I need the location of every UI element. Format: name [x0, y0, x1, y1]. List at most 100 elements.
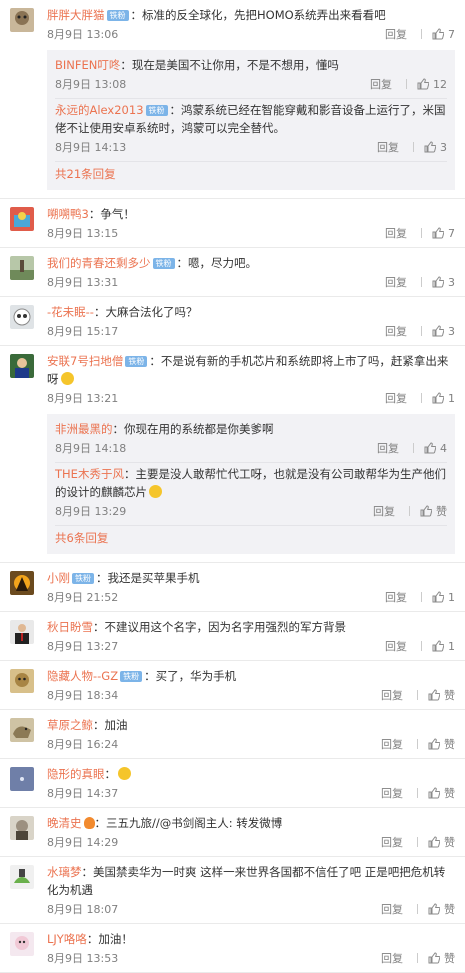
- username[interactable]: 嗍嗍鸭3: [47, 207, 89, 221]
- divider: [421, 393, 422, 403]
- comment-text: ：美国禁卖华为一时爽 这样一来世界各国都不信任了吧 正是吧把危机转化为机遇: [47, 865, 446, 897]
- divider: [417, 690, 418, 700]
- reply-button[interactable]: 回复: [377, 141, 399, 154]
- username[interactable]: BINFEN叮咚: [55, 58, 120, 72]
- username[interactable]: 永远的Alex2013: [55, 103, 144, 117]
- username[interactable]: 秋日盼雪: [47, 620, 93, 634]
- thumbs-up-icon[interactable]: [424, 442, 436, 454]
- thumbs-up-icon[interactable]: [424, 141, 436, 153]
- reply-button[interactable]: 回复: [381, 836, 403, 849]
- username[interactable]: LJY咯咯: [47, 932, 87, 946]
- reply-button[interactable]: 回复: [381, 787, 403, 800]
- comment-text: ：加油！: [86, 932, 133, 946]
- reply-button[interactable]: 回复: [377, 442, 399, 455]
- reply-button[interactable]: 回复: [381, 689, 403, 702]
- username[interactable]: 隐形的真眼: [47, 767, 105, 781]
- avatar[interactable]: [10, 354, 34, 378]
- reply-item: BINFEN叮咚：现在是美国不让你用，不是不想用，懂吗 8月9日 13:08 回…: [55, 54, 447, 99]
- username[interactable]: 非洲最黑的: [55, 422, 113, 436]
- avatar[interactable]: [10, 305, 34, 329]
- thumbs-up-icon[interactable]: [432, 227, 444, 239]
- comment-text: ：我还是买苹果手机: [96, 571, 200, 585]
- avatar[interactable]: [10, 256, 34, 280]
- comment-item: -花未眠--：大麻合法化了吗？ 8月9日 15:17 回复 3: [0, 297, 465, 346]
- comment-item: 安联7号扫地僧 铁粉 ：不是说有新的手机芯片和系统即将上市了吗，赶紧拿出来呀 8月9…: [0, 346, 465, 563]
- like-count: 赞: [436, 505, 447, 518]
- divider: [417, 953, 418, 963]
- reply-button[interactable]: 回复: [385, 591, 407, 604]
- thumbs-up-icon[interactable]: [420, 505, 432, 517]
- comment-text: ：争气！: [88, 207, 135, 221]
- reply-button[interactable]: 回复: [385, 392, 407, 405]
- avatar[interactable]: [10, 932, 34, 956]
- username[interactable]: 草原之鲸: [47, 718, 93, 732]
- reply-button[interactable]: 回复: [385, 640, 407, 653]
- username[interactable]: 晚清史: [47, 816, 82, 830]
- comment-text: ：嗯，尽力吧。: [176, 256, 258, 270]
- reply-thread: 非洲最黑的：你现在用的系统都是你美爹啊 8月9日 14:18 回复 4 THE木秀…: [47, 414, 455, 554]
- reply-button[interactable]: 回复: [373, 505, 395, 518]
- username[interactable]: 隐藏人物--GZ: [47, 669, 118, 683]
- username[interactable]: 我们的青春还剩多少: [47, 256, 151, 270]
- comment-item: 隐形的真眼： 8月9日 14:37 回复 赞: [0, 759, 465, 808]
- comment-feed: 胖胖大胖猫 铁粉 ：标准的反全球化，先把HOMO系统弄出来看看吧 8月9日 13:0…: [0, 0, 465, 973]
- avatar[interactable]: [10, 816, 34, 840]
- reply-button[interactable]: 回复: [385, 325, 407, 338]
- emoji-icon: [149, 485, 162, 498]
- avatar[interactable]: [10, 207, 34, 231]
- thumbs-up-icon[interactable]: [432, 325, 444, 337]
- comment-text: ：大麻合法化了吗？: [93, 305, 198, 319]
- comment-time: 8月9日 13:06: [47, 28, 119, 41]
- comment-time: 8月9日 13:31: [47, 276, 119, 289]
- reply-button[interactable]: 回复: [385, 227, 407, 240]
- reply-item: 永远的Alex2013 铁粉 ：鸿蒙系统已经在智能穿戴和影音设备上运行了，米国佬不让…: [55, 99, 447, 162]
- more-replies-link[interactable]: 共6条回复: [55, 526, 447, 550]
- reply-button[interactable]: 回复: [385, 28, 407, 41]
- reply-button[interactable]: 回复: [381, 903, 403, 916]
- like-count: 7: [448, 28, 455, 41]
- username[interactable]: 胖胖大胖猫: [47, 8, 105, 22]
- thumbs-up-icon[interactable]: [428, 836, 440, 848]
- reply-thread: BINFEN叮咚：现在是美国不让你用，不是不想用，懂吗 8月9日 13:08 回…: [47, 50, 455, 190]
- emoji-icon: [60, 372, 74, 385]
- divider: [413, 443, 414, 453]
- like-count: 12: [433, 78, 447, 91]
- username[interactable]: -花未眠--: [47, 305, 94, 319]
- comment-item: 嗍嗍鸭3：争气！ 8月9日 13:15 回复 7: [0, 199, 465, 248]
- username[interactable]: 小刚: [47, 571, 70, 585]
- thumbs-up-icon[interactable]: [417, 78, 429, 90]
- thumbs-up-icon[interactable]: [428, 787, 440, 799]
- reply-button[interactable]: 回复: [381, 738, 403, 751]
- thumbs-up-icon[interactable]: [432, 276, 444, 288]
- comment-time: 8月9日 14:29: [47, 836, 119, 849]
- comment-text: ：加油: [93, 718, 128, 732]
- avatar[interactable]: [10, 571, 34, 595]
- avatar[interactable]: [10, 8, 34, 32]
- thumbs-up-icon[interactable]: [432, 640, 444, 652]
- username[interactable]: THE木秀于风: [55, 467, 124, 481]
- username[interactable]: 水璃梦: [47, 865, 82, 879]
- fan-badge: 铁粉: [72, 573, 94, 584]
- comment-item: 小刚 铁粉 ：我还是买苹果手机 8月9日 21:52 回复 1: [0, 563, 465, 612]
- like-count: 4: [440, 442, 447, 455]
- username[interactable]: 安联7号扫地僧: [47, 354, 123, 368]
- thumbs-up-icon[interactable]: [432, 392, 444, 404]
- avatar[interactable]: [10, 718, 34, 742]
- reply-button[interactable]: 回复: [370, 78, 392, 91]
- avatar[interactable]: [10, 767, 34, 791]
- thumbs-up-icon[interactable]: [432, 28, 444, 40]
- thumbs-up-icon[interactable]: [432, 591, 444, 603]
- divider: [417, 904, 418, 914]
- fan-badge: 铁粉: [145, 105, 168, 116]
- thumbs-up-icon[interactable]: [428, 903, 440, 915]
- thumbs-up-icon[interactable]: [428, 689, 440, 701]
- more-replies-link[interactable]: 共21条回复: [55, 162, 447, 186]
- avatar[interactable]: [10, 620, 34, 644]
- reply-time: 8月9日 14:13: [55, 141, 127, 154]
- avatar[interactable]: [10, 669, 34, 693]
- reply-button[interactable]: 回复: [385, 276, 407, 289]
- reply-button[interactable]: 回复: [381, 952, 403, 965]
- thumbs-up-icon[interactable]: [428, 952, 440, 964]
- thumbs-up-icon[interactable]: [428, 738, 440, 750]
- comment-time: 8月9日 13:27: [47, 640, 119, 653]
